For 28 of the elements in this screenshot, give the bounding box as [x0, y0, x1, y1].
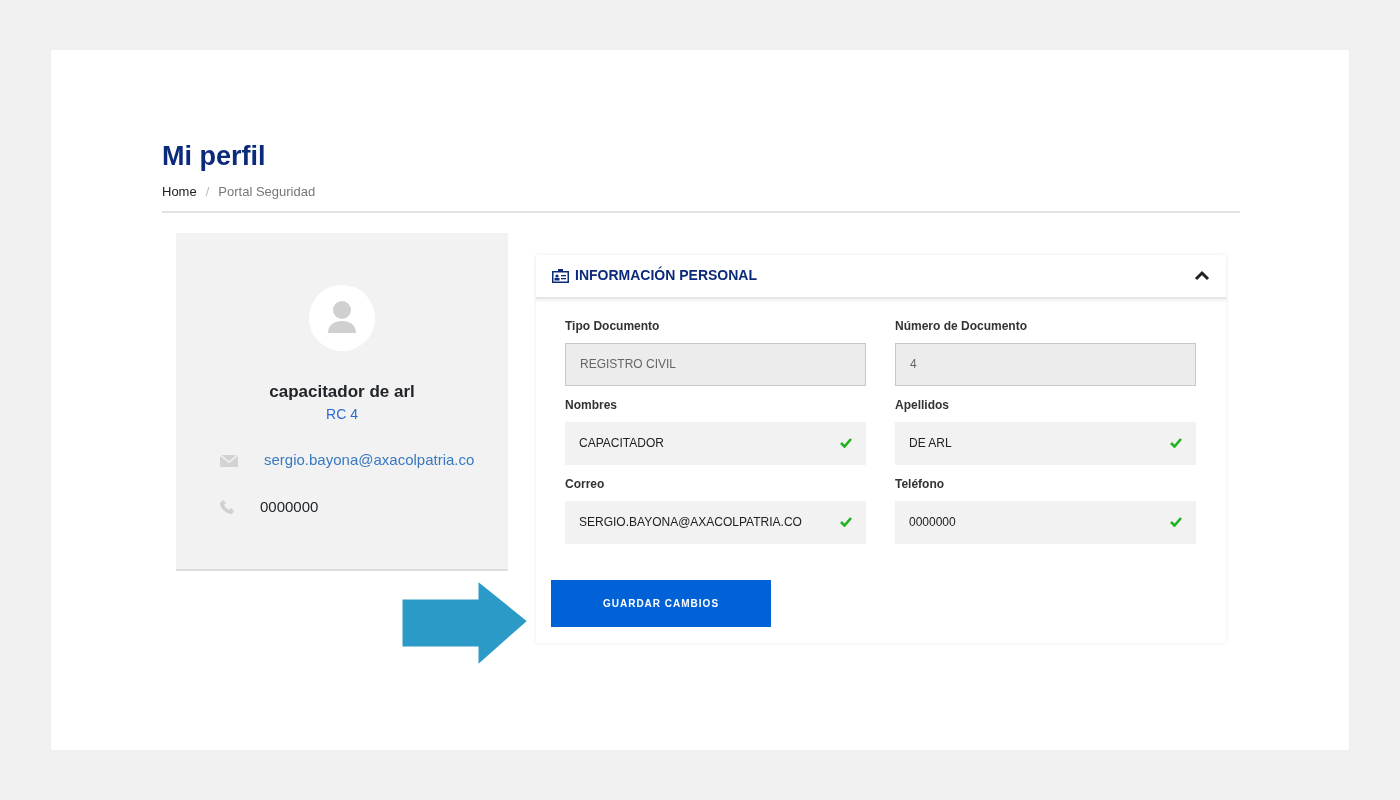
field-label: Teléfono — [895, 475, 946, 493]
field-label: Tipo Documento — [565, 317, 661, 335]
phone-number: 0000000 — [260, 496, 319, 517]
input-field[interactable]: 0000000 — [895, 500, 1196, 544]
field-label: Número de Documento — [895, 317, 1028, 335]
input-field[interactable]: DE ARL — [895, 421, 1196, 465]
input-field[interactable]: SERGIO.BAYONA@AXACOLPATRIA.CO — [565, 500, 866, 544]
profile-name: capacitador de arl — [269, 380, 415, 403]
field-label: Nombres — [565, 396, 618, 414]
check-icon — [1170, 437, 1182, 448]
breadcrumb-separator: / — [205, 183, 210, 202]
page-title: Mi perfil — [162, 140, 267, 173]
phone-icon — [220, 500, 234, 515]
save-button[interactable]: GUARDAR CAMBIOS — [551, 579, 771, 627]
check-icon — [1170, 516, 1182, 527]
check-icon — [840, 437, 852, 448]
field-label: Correo — [565, 475, 606, 493]
breadcrumb-link[interactable]: Home — [162, 182, 197, 202]
input-field[interactable]: CAPACITADOR — [565, 421, 866, 465]
panel-title: INFORMACIÓN PERSONAL — [575, 266, 757, 286]
email-link[interactable]: sergio.bayona@axacolpatria.co — [264, 449, 475, 472]
id-card-icon — [552, 268, 569, 283]
chevron-icon[interactable] — [1194, 269, 1210, 282]
envelope-icon — [220, 454, 238, 467]
document-id: RC 4 — [326, 405, 358, 425]
check-icon — [840, 516, 852, 527]
field-label: Apellidos — [895, 396, 950, 414]
panel-header[interactable]: INFORMACIÓN PERSONAL — [536, 254, 1226, 299]
